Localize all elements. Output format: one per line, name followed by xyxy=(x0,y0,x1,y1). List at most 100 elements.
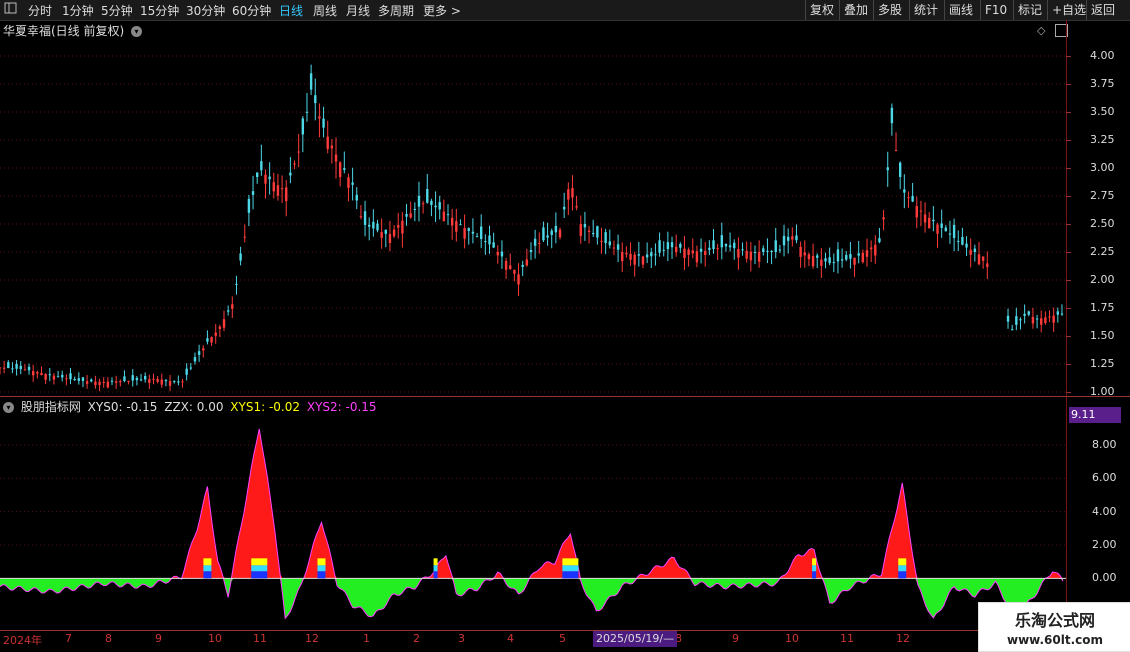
tab-more[interactable]: 更多 > xyxy=(423,2,461,19)
price-tick-mark xyxy=(1066,196,1071,197)
signal-block-cyan xyxy=(562,565,579,572)
price-tick-label: 2.75 xyxy=(1090,189,1115,202)
candle-body xyxy=(11,368,14,370)
mark-button[interactable]: 标记 xyxy=(1013,0,1046,20)
candle-body xyxy=(898,162,902,177)
time-tick-label: 8 xyxy=(105,632,112,645)
candle-body xyxy=(558,229,562,238)
price-tick-mark xyxy=(1066,224,1071,225)
candle-body xyxy=(571,188,574,198)
candle-body xyxy=(1023,313,1026,316)
indicator-chart[interactable] xyxy=(0,414,1066,628)
candle-body xyxy=(430,200,433,205)
candle-body xyxy=(824,258,827,262)
candle-body xyxy=(853,257,856,265)
tab-5min[interactable]: 5分钟 xyxy=(101,2,133,19)
candle-body xyxy=(894,150,898,152)
candle-body xyxy=(264,174,267,184)
candle-body xyxy=(48,374,51,376)
add-watchlist-button[interactable]: +自选 xyxy=(1047,0,1090,20)
candle-body xyxy=(728,245,732,248)
candle-body xyxy=(670,242,674,248)
candle-body xyxy=(973,248,977,252)
signal-block-yellow xyxy=(317,558,326,566)
candle-body xyxy=(753,251,757,253)
candle-body xyxy=(911,195,914,202)
adjust-button[interactable]: 复权 xyxy=(805,0,838,20)
candle-body xyxy=(463,227,466,239)
signal-block-yellow xyxy=(898,558,907,566)
candle-body xyxy=(513,269,516,274)
indicator-tick-label: 4.00 xyxy=(1092,504,1117,518)
candle-body xyxy=(845,254,848,260)
back-button[interactable]: 返回 xyxy=(1086,0,1119,20)
price-tick-mark xyxy=(1066,392,1071,393)
sidebar-toggle-icon[interactable] xyxy=(4,1,18,18)
candle-body xyxy=(322,118,325,128)
overlay-button[interactable]: 叠加 xyxy=(839,0,872,20)
candle-body xyxy=(791,236,794,240)
xys2-value: XYS2: -0.15 xyxy=(306,400,377,414)
candlestick-chart[interactable] xyxy=(0,20,1066,395)
tab-60min[interactable]: 60分钟 xyxy=(232,2,271,19)
candle-body xyxy=(164,380,168,382)
price-tick-mark xyxy=(1066,308,1071,309)
price-tick-mark xyxy=(1066,336,1071,337)
indicator-positive-area xyxy=(0,428,1063,579)
candle-body xyxy=(156,378,159,382)
candle-body xyxy=(177,381,180,383)
candle-body xyxy=(1031,316,1035,324)
candle-body xyxy=(695,251,699,263)
candle-body xyxy=(699,248,703,252)
candle-body xyxy=(280,188,284,190)
candle-body xyxy=(778,249,782,251)
chevron-down-icon[interactable]: ▾ xyxy=(3,402,14,413)
time-tick-label: 11 xyxy=(840,632,854,645)
candle-body xyxy=(189,367,193,369)
candle-body xyxy=(222,319,226,328)
candle-body xyxy=(1040,318,1043,325)
tab-1min[interactable]: 1分钟 xyxy=(62,2,94,19)
candle-body xyxy=(359,216,363,218)
candle-body xyxy=(27,366,31,371)
candle-body xyxy=(226,310,230,312)
multi-stock-button[interactable]: 多股 xyxy=(873,0,906,20)
candle-body xyxy=(567,189,570,200)
indicator-tick-label: 8.00 xyxy=(1092,438,1117,451)
candle-body xyxy=(73,378,76,381)
candle-body xyxy=(318,116,321,119)
candle-body xyxy=(948,233,952,235)
tab-fenshi[interactable]: 分时 xyxy=(28,2,52,19)
stats-button[interactable]: 统计 xyxy=(909,0,942,20)
candle-body xyxy=(654,254,657,256)
candle-body xyxy=(380,232,383,238)
candle-body xyxy=(438,202,441,210)
tab-15min[interactable]: 15分钟 xyxy=(140,2,179,19)
tab-monthly[interactable]: 月线 xyxy=(346,2,370,19)
candle-body xyxy=(658,240,661,253)
candle-body xyxy=(878,238,881,243)
tab-daily[interactable]: 日线 xyxy=(279,2,303,19)
tab-multi-period[interactable]: 多周期 xyxy=(378,2,414,19)
price-tick-label: 4.00 xyxy=(1090,49,1115,62)
candle-body xyxy=(724,243,728,247)
candle-body xyxy=(704,250,707,255)
candle-body xyxy=(123,376,126,382)
candle-body xyxy=(417,195,421,207)
signal-block-blue xyxy=(251,571,268,579)
candle-body xyxy=(554,225,558,233)
candle-body xyxy=(44,373,47,380)
draw-button[interactable]: 画线 xyxy=(944,0,977,20)
candle-body xyxy=(782,235,786,246)
signal-block-blue xyxy=(898,571,907,579)
candle-body xyxy=(820,259,823,266)
candle-body xyxy=(338,162,342,178)
signal-block-blue xyxy=(812,571,817,579)
time-tick-label: 5 xyxy=(559,632,566,645)
tab-30min[interactable]: 30分钟 xyxy=(186,2,225,19)
tab-weekly[interactable]: 周线 xyxy=(313,2,337,19)
signal-block-cyan xyxy=(898,565,907,572)
f10-button[interactable]: F10 xyxy=(980,0,1011,20)
candle-body xyxy=(206,338,209,342)
candle-body xyxy=(397,225,400,228)
